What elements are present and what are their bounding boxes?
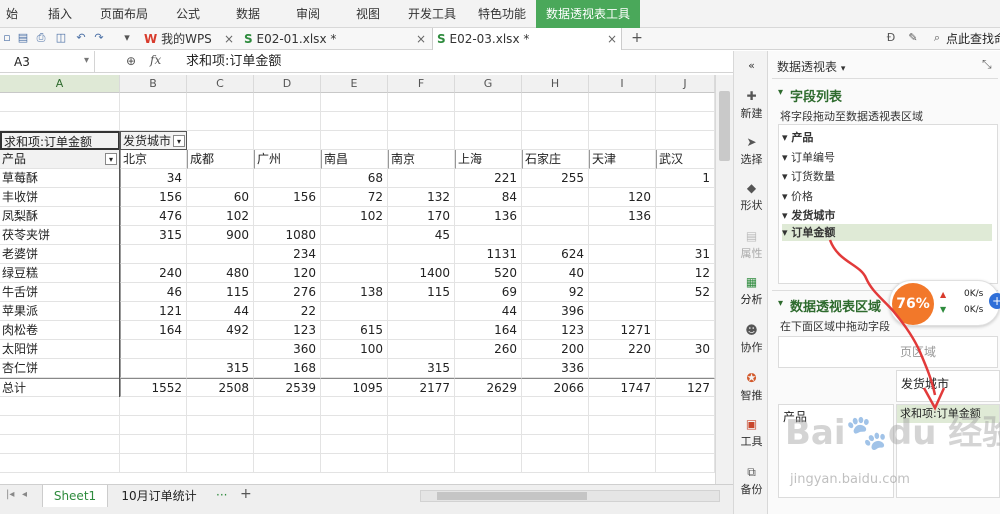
sheet-tab-october[interactable]: 10月订单统计 bbox=[112, 485, 206, 507]
baidu-watermark-url: jingyan.baidu.com bbox=[790, 472, 910, 487]
prev-sheet-icon[interactable]: ◂ bbox=[22, 489, 27, 500]
more-icon[interactable]: ··· bbox=[216, 488, 227, 502]
sheet-tab-bar: |◂ ◂ Sheet1 10月订单统计 ··· + bbox=[0, 484, 733, 514]
horizontal-scrollbar[interactable] bbox=[420, 490, 720, 502]
sheet-tab-sheet1[interactable]: Sheet1 bbox=[42, 485, 108, 507]
add-sheet-icon[interactable]: + bbox=[240, 486, 252, 502]
first-sheet-icon[interactable]: |◂ bbox=[6, 489, 14, 500]
baidu-watermark-logo: Bai🐾du 经验 bbox=[785, 413, 1000, 453]
scrollbar-thumb[interactable] bbox=[437, 492, 587, 500]
